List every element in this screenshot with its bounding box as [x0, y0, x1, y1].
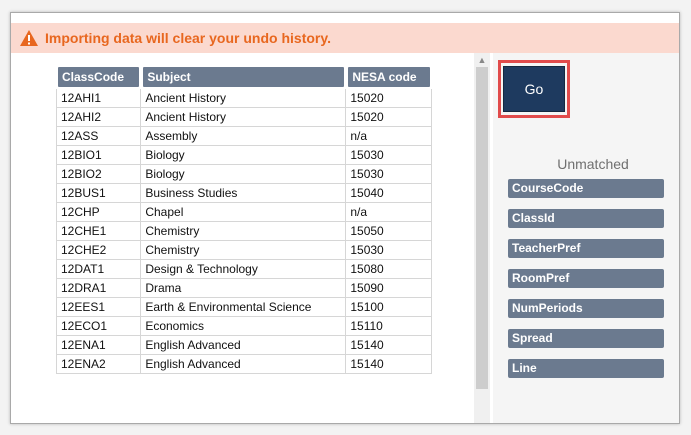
- unmatched-field-line[interactable]: Line: [508, 359, 664, 378]
- unmatched-field-teacherpref[interactable]: TeacherPref: [508, 239, 664, 258]
- warning-icon: [19, 29, 39, 47]
- cell-nesa-code: 15030: [346, 241, 432, 260]
- table-row[interactable]: 12AHI2 Ancient History 15020: [56, 108, 432, 127]
- unmatched-field-list: CourseCode ClassId TeacherPref RoomPref NumP…: [508, 179, 664, 389]
- data-grid-viewport: ClassCode Subject NESA code 12AHI1 Ancien…: [56, 65, 432, 395]
- cell-subject: Biology: [141, 146, 347, 165]
- table-row[interactable]: 12BIO2 Biology 15030: [56, 165, 432, 184]
- cell-subject: Ancient History: [141, 89, 347, 108]
- cell-classcode: 12CHE2: [56, 241, 142, 260]
- cell-classcode: 12BUS1: [56, 184, 142, 203]
- cell-subject: Design & Technology: [141, 260, 347, 279]
- cell-classcode: 12ENA2: [56, 355, 142, 374]
- table-row[interactable]: 12AHI1 Ancient History 15020: [56, 89, 432, 108]
- cell-subject: Assembly: [141, 127, 347, 146]
- cell-nesa-code: 15020: [346, 89, 432, 108]
- cell-subject: Drama: [141, 279, 347, 298]
- cell-classcode: 12EES1: [56, 298, 142, 317]
- cell-classcode: 12ENA1: [56, 336, 142, 355]
- unmatched-field-classid[interactable]: ClassId: [508, 209, 664, 228]
- cell-subject: Business Studies: [141, 184, 347, 203]
- cell-classcode: 12DAT1: [56, 260, 142, 279]
- cell-nesa-code: 15050: [346, 222, 432, 241]
- table-row[interactable]: 12BUS1 Business Studies 15040: [56, 184, 432, 203]
- cell-nesa-code: 15100: [346, 298, 432, 317]
- cell-classcode: 12CHP: [56, 203, 142, 222]
- scroll-up-icon[interactable]: ▲: [474, 53, 490, 67]
- cell-classcode: 12ASS: [56, 127, 142, 146]
- cell-subject: Economics: [141, 317, 347, 336]
- column-header-classcode[interactable]: ClassCode: [56, 65, 142, 89]
- cell-nesa-code: 15090: [346, 279, 432, 298]
- cell-subject: Earth & Environmental Science: [141, 298, 347, 317]
- cell-subject: Ancient History: [141, 108, 347, 127]
- unmatched-field-spread[interactable]: Spread: [508, 329, 664, 348]
- cell-nesa-code: 15030: [346, 165, 432, 184]
- cell-classcode: 12BIO2: [56, 165, 142, 184]
- table-row[interactable]: 12CHP Chapel n/a: [56, 203, 432, 222]
- table-row[interactable]: 12CHE1 Chemistry 15050: [56, 222, 432, 241]
- cell-nesa-code: n/a: [346, 203, 432, 222]
- table-row[interactable]: 12ECO1 Economics 15110: [56, 317, 432, 336]
- cell-classcode: 12AHI2: [56, 108, 142, 127]
- unmatched-field-coursecode[interactable]: CourseCode: [508, 179, 664, 198]
- cell-nesa-code: 15040: [346, 184, 432, 203]
- cell-nesa-code: 15030: [346, 146, 432, 165]
- cell-nesa-code: 15020: [346, 108, 432, 127]
- column-header-nesa-code[interactable]: NESA code: [346, 65, 432, 89]
- cell-classcode: 12CHE1: [56, 222, 142, 241]
- data-grid-panel: ClassCode Subject NESA code 12AHI1 Ancien…: [11, 53, 493, 423]
- cell-nesa-code: 15110: [346, 317, 432, 336]
- go-button[interactable]: Go: [503, 66, 565, 112]
- header-row: ClassCode Subject NESA code: [56, 65, 432, 89]
- cell-nesa-code: n/a: [346, 127, 432, 146]
- cell-subject: English Advanced: [141, 336, 347, 355]
- warning-message: Importing data will clear your undo hist…: [45, 30, 331, 46]
- cell-nesa-code: 15080: [346, 260, 432, 279]
- data-grid: ClassCode Subject NESA code 12AHI1 Ancien…: [56, 65, 432, 374]
- import-window: Importing data will clear your undo hist…: [10, 12, 680, 424]
- cell-classcode: 12ECO1: [56, 317, 142, 336]
- matching-panel: Go Unmatched CourseCode ClassId TeacherPre…: [493, 53, 679, 423]
- table-row[interactable]: 12CHE2 Chemistry 15030: [56, 241, 432, 260]
- cell-classcode: 12AHI1: [56, 89, 142, 108]
- table-row[interactable]: 12ENA1 English Advanced 15140: [56, 336, 432, 355]
- table-row[interactable]: 12BIO1 Biology 15030: [56, 146, 432, 165]
- unmatched-field-numperiods[interactable]: NumPeriods: [508, 299, 664, 318]
- column-header-subject[interactable]: Subject: [141, 65, 347, 89]
- unmatched-label: Unmatched: [557, 156, 629, 172]
- table-row[interactable]: 12ENA2 English Advanced 15140: [56, 355, 432, 374]
- unmatched-field-roompref[interactable]: RoomPref: [508, 269, 664, 288]
- cell-nesa-code: 15140: [346, 336, 432, 355]
- table-row[interactable]: 12DAT1 Design & Technology 15080: [56, 260, 432, 279]
- table-row[interactable]: 12ASS Assembly n/a: [56, 127, 432, 146]
- cell-subject: Chapel: [141, 203, 347, 222]
- cell-subject: English Advanced: [141, 355, 347, 374]
- cell-classcode: 12DRA1: [56, 279, 142, 298]
- warning-bar: Importing data will clear your undo hist…: [11, 23, 679, 53]
- table-row[interactable]: 12DRA1 Drama 15090: [56, 279, 432, 298]
- cell-subject: Chemistry: [141, 241, 347, 260]
- grid-body: 12AHI1 Ancient History 15020 12AHI2 Ancient …: [56, 89, 432, 374]
- table-row[interactable]: 12EES1 Earth & Environmental Science 15100: [56, 298, 432, 317]
- cell-nesa-code: 15140: [346, 355, 432, 374]
- scroll-thumb[interactable]: [476, 67, 488, 389]
- vertical-scrollbar[interactable]: ▲: [474, 53, 490, 423]
- cell-subject: Chemistry: [141, 222, 347, 241]
- cell-subject: Biology: [141, 165, 347, 184]
- cell-classcode: 12BIO1: [56, 146, 142, 165]
